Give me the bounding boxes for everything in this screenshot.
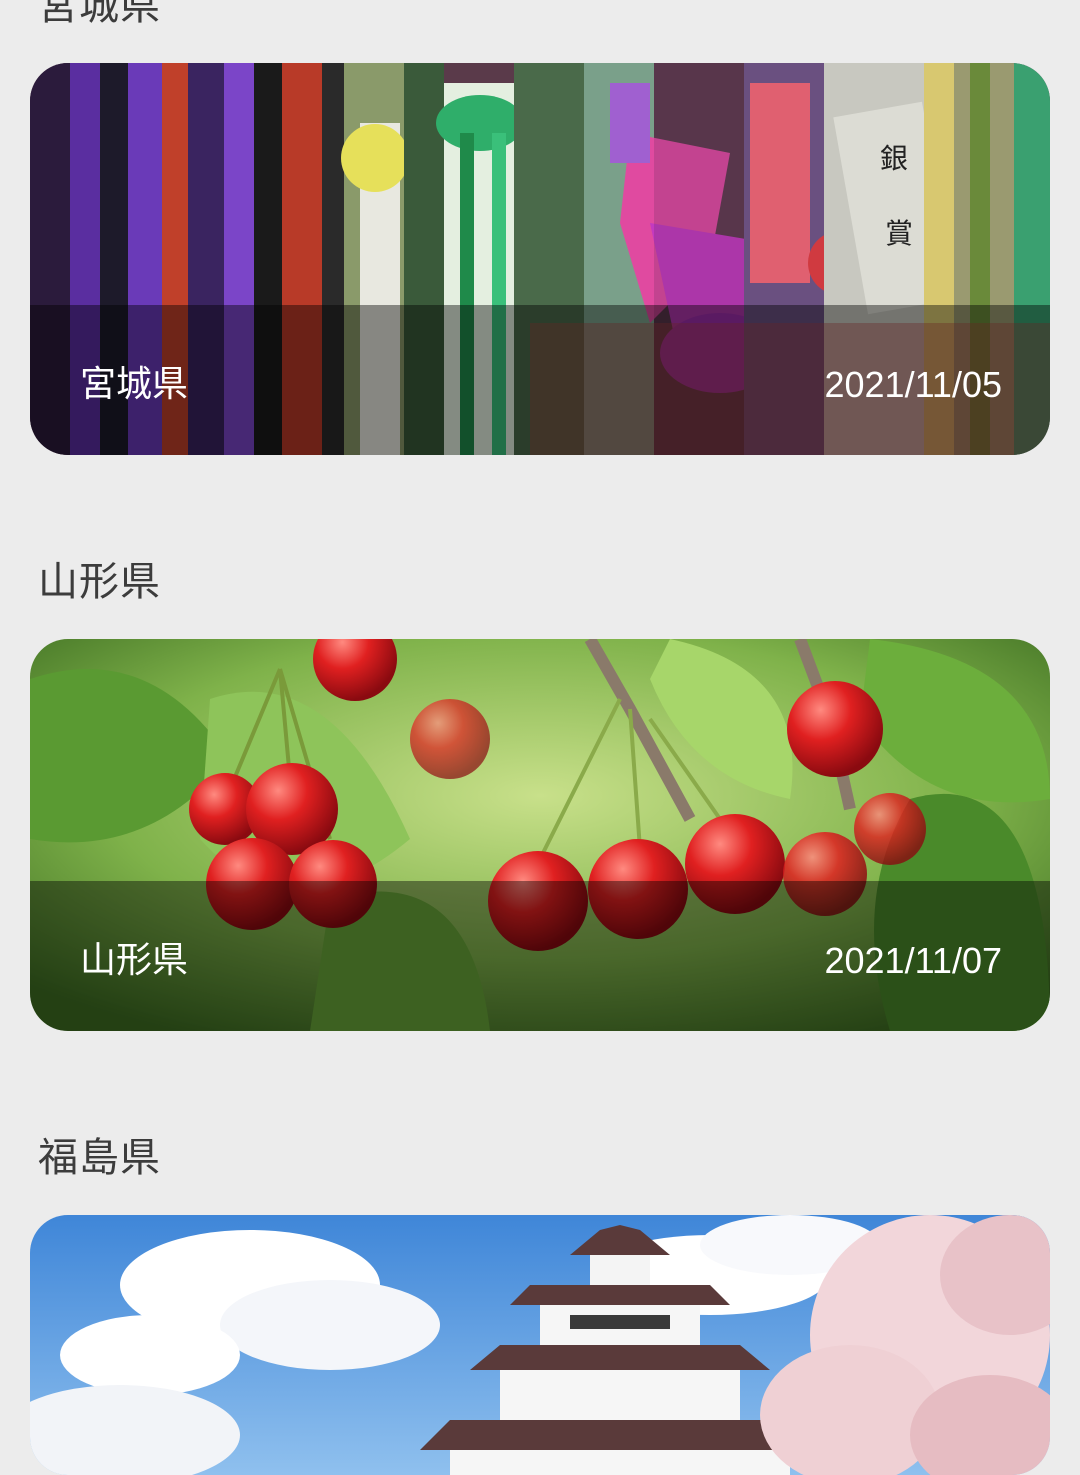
prefecture-card-yamagata[interactable]: 山形県 2021/11/07 [30,639,1050,1031]
castle-photo [30,1215,1050,1475]
section-heading-yamagata: 山形県 [38,559,161,605]
card-date: 2021/11/05 [824,364,1002,405]
card-date: 2021/11/07 [824,940,1002,981]
card-prefecture-name: 宮城県 [80,364,189,405]
prefecture-card-miyagi[interactable]: 銀 賞 宮城県 2021/11/05 [30,63,1050,455]
card-prefecture-name: 山形県 [80,940,189,981]
svg-text:銀: 銀 [880,142,908,175]
prefecture-card-fukushima[interactable] [30,1215,1050,1475]
section-heading-miyagi: 宮城県 [38,0,161,29]
svg-text:賞: 賞 [885,217,913,250]
section-heading-fukushima: 福島県 [38,1135,161,1181]
